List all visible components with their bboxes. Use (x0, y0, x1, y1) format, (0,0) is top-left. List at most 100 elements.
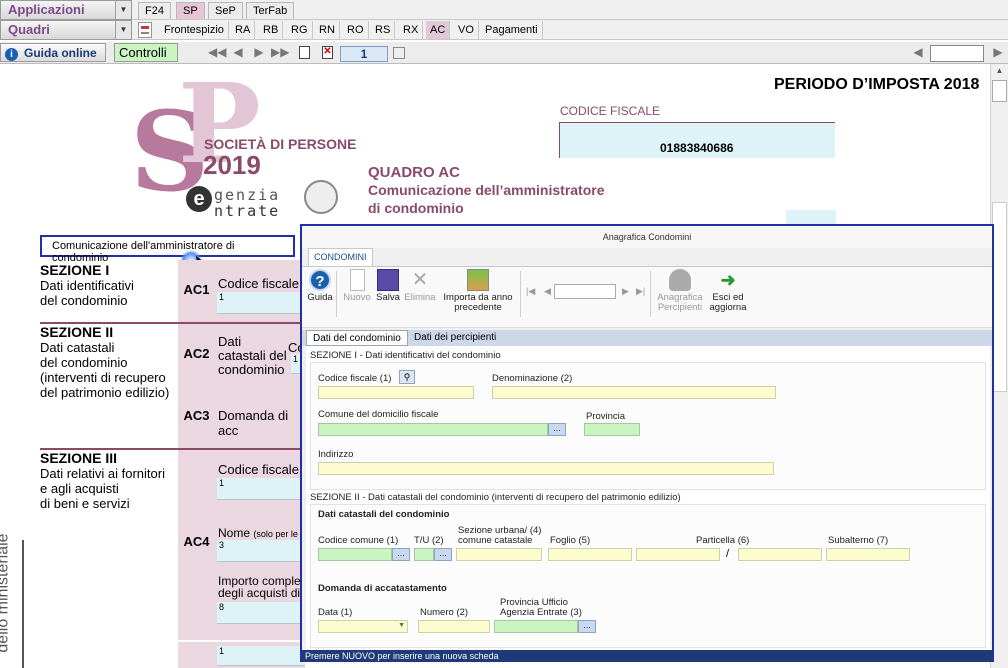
data-date-picker[interactable]: ▼ (318, 620, 408, 633)
section-2-line3: (interventi di recupero (40, 370, 166, 385)
emblem-icon (304, 180, 338, 214)
foglio-input[interactable] (548, 548, 632, 561)
print-icon[interactable] (138, 22, 152, 38)
codice-comune-lookup-button[interactable]: … (392, 548, 410, 561)
esci-aggiorna-button[interactable]: ➜ Esci ed aggiorna (706, 269, 750, 313)
new-page-icon[interactable] (299, 46, 310, 59)
provincia-ufficio-lookup-button[interactable]: … (578, 620, 596, 633)
tab-pagamenti[interactable]: Pagamenti (481, 21, 543, 39)
new-document-icon (349, 269, 365, 291)
record-first-icon[interactable]: |◀ (526, 286, 535, 297)
zoom-field[interactable] (930, 45, 984, 62)
scroll-right-icon[interactable]: ▶ (992, 46, 1004, 58)
denominazione-input[interactable] (492, 386, 776, 399)
nuovo-button[interactable]: Nuovo (342, 269, 372, 303)
next-page-icon[interactable]: ▶ (253, 46, 265, 58)
tab-f24[interactable]: F24 (138, 2, 171, 19)
subalterno-input[interactable] (826, 548, 910, 561)
comune-input[interactable] (318, 423, 548, 436)
side-vertical-text: dello ministeriale (0, 533, 12, 653)
tu-lookup-button[interactable]: … (434, 548, 452, 561)
tab-ac[interactable]: AC (426, 21, 451, 39)
comune-lookup-button[interactable]: … (548, 423, 566, 436)
scroll-thumb[interactable] (992, 80, 1007, 102)
scroll-up-icon[interactable]: ▲ (993, 66, 1006, 76)
ac1-codice-fiscale-field[interactable]: 1 (217, 292, 305, 314)
tab-rg[interactable]: RG (287, 21, 313, 39)
particella-slash: / (726, 548, 730, 560)
record-last-icon[interactable]: ▶| (636, 286, 645, 297)
comunicazione-condominio-button[interactable]: Comunicazione dell'amministratore di con… (40, 235, 295, 264)
cf-input[interactable] (318, 386, 474, 399)
ac4-codice-fiscale-field[interactable]: 1 (217, 478, 305, 500)
tab-vo[interactable]: VO (454, 21, 479, 39)
codice-comune-text: Codice comune (318, 535, 385, 546)
delete-page-icon[interactable]: ✕ (322, 46, 333, 59)
first-page-icon[interactable]: ◀◀ (208, 46, 226, 58)
importa-button[interactable]: Importa da anno precedente (438, 269, 518, 313)
salva-button[interactable]: Salva (374, 269, 402, 303)
last-page-icon[interactable]: ▶▶ (271, 46, 289, 58)
applicazioni-select[interactable]: Applicazioni ▼ (0, 0, 132, 20)
section-2-header: SEZIONE II - Dati catastali del condomin… (310, 492, 681, 503)
help-online-button[interactable]: i Guida online (0, 43, 106, 62)
guida-button[interactable]: ? Guida (306, 269, 334, 303)
tab-condomini[interactable]: CONDOMINI (308, 248, 373, 266)
cf-number: (1) (379, 373, 392, 384)
controls-button[interactable]: Controlli (114, 43, 178, 62)
particella-input-1[interactable] (636, 548, 720, 561)
row-ac5 (178, 642, 215, 668)
provincia-input[interactable] (584, 423, 640, 436)
section-2-line4: del patrimonio edilizio) (40, 385, 170, 400)
tab-rs[interactable]: RS (371, 21, 396, 39)
domanda-header: Domanda di accatastamento (318, 583, 447, 594)
tab-sp[interactable]: SP (176, 2, 205, 19)
goto-page-icon[interactable] (393, 47, 405, 59)
tab-rb[interactable]: RB (259, 21, 284, 39)
record-prev-icon[interactable]: ◀ (544, 286, 551, 297)
ac2-field-area: Dati catastali del condominio Co 1 (215, 324, 305, 386)
indirizzo-input[interactable] (318, 462, 774, 475)
tab-rn[interactable]: RN (315, 21, 340, 39)
quadri-bar: Quadri ▼ Frontespizio RA RB RG RN RO RS R… (0, 20, 1008, 40)
subalterno-number: (7) (876, 535, 889, 546)
tab-terfab[interactable]: TerFab (246, 2, 295, 19)
particella-input-2[interactable] (738, 548, 822, 561)
tab-sep[interactable]: SeP (208, 2, 243, 19)
anagrafica-condomini-dialog: Anagrafica Condomini CONDOMINI ? Guida Nu… (300, 224, 994, 662)
search-icon[interactable]: ⚲ (399, 370, 415, 384)
section-3-label: SEZIONE III Dati relativi ai fornitori e… (40, 450, 165, 511)
tab-rx[interactable]: RX (399, 21, 424, 39)
tu-text: T/U (414, 535, 430, 546)
ac4-nome-text: Nome (218, 526, 251, 540)
record-next-icon[interactable]: ▶ (622, 286, 629, 297)
prev-page-icon[interactable]: ◀ (232, 46, 244, 58)
ac5-field[interactable]: 1 (217, 646, 305, 666)
foglio-number: (5) (578, 535, 591, 546)
ac4-importo-field[interactable]: 8 (217, 602, 305, 624)
page-number-field[interactable]: 1 (340, 46, 388, 62)
codice-comune-input[interactable] (318, 548, 392, 561)
elimina-button[interactable]: ✕ Elimina (403, 269, 437, 303)
numero-label: Numero (2) (420, 608, 468, 618)
ac5-field-area: 1 (215, 642, 305, 668)
tab-ra[interactable]: RA (231, 21, 256, 39)
record-number-field[interactable] (554, 284, 616, 299)
tu-input[interactable] (414, 548, 434, 561)
section-1-title: SEZIONE I (40, 262, 110, 278)
provincia-ufficio-input[interactable] (494, 620, 578, 633)
ac4-nome-note: (solo per le (253, 529, 298, 539)
dialog-subtabs: Dati del condominio Dati dei percipienti (302, 330, 992, 346)
tab-frontespizio[interactable]: Frontespizio (160, 21, 229, 39)
anagrafica-percipienti-button[interactable]: Anagrafica Percipienti (652, 269, 708, 313)
ac4-nome-field[interactable]: 3 (217, 540, 305, 562)
salva-label: Salva (376, 292, 400, 303)
quadri-select[interactable]: Quadri ▼ (0, 20, 132, 40)
tab-dati-condominio[interactable]: Dati del condominio (306, 330, 408, 346)
sezione-input[interactable] (456, 548, 542, 561)
tab-ro[interactable]: RO (343, 21, 369, 39)
help-label: Guida online (24, 46, 97, 60)
scroll-left-icon[interactable]: ◀ (912, 46, 924, 58)
tab-dati-percipienti[interactable]: Dati dei percipienti (408, 330, 502, 346)
numero-input[interactable] (418, 620, 490, 633)
